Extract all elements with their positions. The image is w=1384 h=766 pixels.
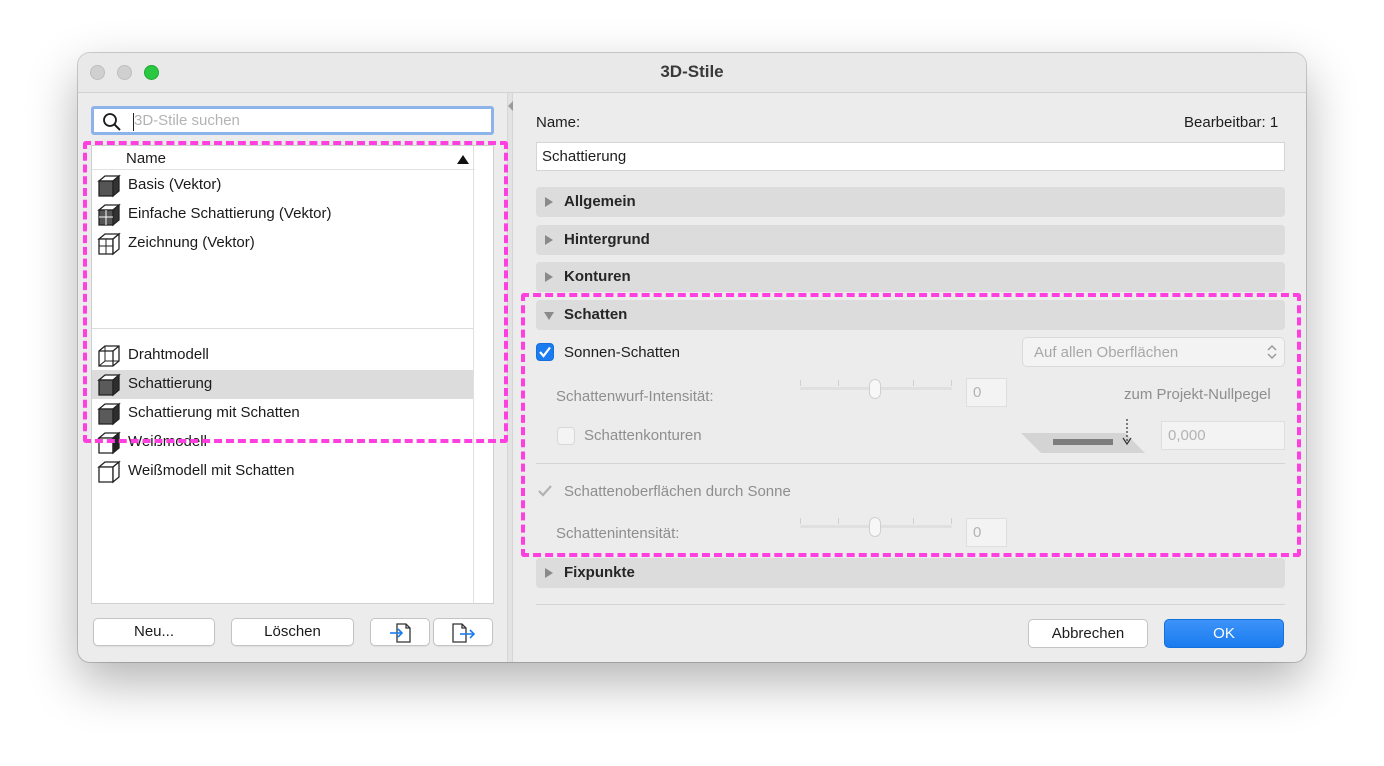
wurf-intensitaet-label: Schattenwurf-Intensität: bbox=[556, 388, 714, 405]
disclosure-triangle-icon[interactable] bbox=[545, 197, 553, 207]
white-cube-icon bbox=[97, 431, 121, 455]
slider-thumb[interactable] bbox=[869, 379, 881, 399]
section-fixpunkte[interactable]: Fixpunkte bbox=[536, 558, 1285, 588]
disclosure-triangle-icon[interactable] bbox=[545, 568, 553, 578]
list-item[interactable]: Drahtmodell bbox=[92, 341, 473, 370]
slider-tick bbox=[951, 518, 952, 524]
list-scrollbar[interactable] bbox=[473, 146, 474, 603]
list-item[interactable]: Schattierung mit Schatten bbox=[92, 399, 473, 428]
list-item[interactable]: Einfache Schattierung (Vektor) bbox=[92, 200, 473, 229]
list-item-label: Basis (Vektor) bbox=[128, 176, 222, 193]
dialog-window: 3D-Stile Name Basis (Vektor) bbox=[78, 53, 1306, 662]
name-label: Name: bbox=[536, 114, 581, 131]
projekt-nullpegel-label: zum Projekt-Nullpegel bbox=[1124, 386, 1271, 403]
vector-cube-icon bbox=[97, 232, 121, 256]
section-divider bbox=[536, 463, 1285, 464]
cancel-button[interactable]: Abbrechen bbox=[1028, 619, 1148, 648]
section-konturen[interactable]: Konturen bbox=[536, 262, 1285, 292]
search-input[interactable] bbox=[134, 109, 484, 132]
list-item[interactable]: Basis (Vektor) bbox=[92, 171, 473, 200]
import-icon bbox=[390, 623, 411, 643]
shaded-cube-icon bbox=[97, 373, 121, 397]
window-title: 3D-Stile bbox=[660, 62, 724, 81]
list-item-label: Zeichnung (Vektor) bbox=[128, 234, 255, 251]
list-item-label: Weißmodell bbox=[128, 433, 207, 450]
search-icon bbox=[103, 113, 121, 131]
oberflaechen-checkbox[interactable] bbox=[536, 482, 554, 500]
list-header[interactable]: Name bbox=[92, 146, 475, 170]
oberflaechen-label: Schattenoberflächen durch Sonne bbox=[564, 483, 791, 500]
sort-ascending-icon[interactable] bbox=[457, 155, 469, 164]
checkmark-icon bbox=[538, 485, 552, 497]
slider-tick bbox=[800, 518, 801, 524]
slider-tick bbox=[800, 380, 801, 386]
nullpegel-field[interactable]: 0,000 bbox=[1161, 421, 1285, 450]
section-label: Konturen bbox=[564, 268, 631, 285]
disclosure-triangle-open-icon[interactable] bbox=[544, 312, 554, 320]
list-item-label: Einfache Schattierung (Vektor) bbox=[128, 205, 332, 222]
search-box[interactable] bbox=[91, 106, 494, 135]
disclosure-triangle-icon[interactable] bbox=[545, 235, 553, 245]
list-item[interactable]: Zeichnung (Vektor) bbox=[92, 229, 473, 258]
section-label: Allgemein bbox=[564, 193, 636, 210]
surfaces-select[interactable]: Auf allen Oberflächen bbox=[1022, 337, 1285, 367]
disclosure-triangle-icon[interactable] bbox=[545, 272, 553, 282]
sonnen-schatten-checkbox[interactable] bbox=[536, 343, 554, 361]
slider-tick bbox=[913, 518, 914, 524]
ground-level-diagram-icon bbox=[1021, 419, 1145, 453]
sonnen-schatten-label: Sonnen-Schatten bbox=[564, 344, 680, 361]
section-hintergrund[interactable]: Hintergrund bbox=[536, 225, 1285, 255]
ok-button[interactable]: OK bbox=[1164, 619, 1284, 648]
shaded-cube-icon bbox=[97, 402, 121, 426]
slider-tick bbox=[838, 518, 839, 524]
list-item-label: Schattierung mit Schatten bbox=[128, 404, 300, 421]
export-icon bbox=[452, 623, 476, 643]
white-cube-icon bbox=[97, 460, 121, 484]
import-button[interactable] bbox=[370, 618, 430, 646]
intensitaet-label: Schattenintensität: bbox=[556, 525, 680, 542]
schattenkonturen-label: Schattenkonturen bbox=[584, 427, 702, 444]
editable-count: Bearbeitbar: 1 bbox=[1184, 114, 1279, 131]
delete-button[interactable]: Löschen bbox=[231, 618, 354, 646]
vector-cube-icon bbox=[97, 203, 121, 227]
slider-tick bbox=[951, 380, 952, 386]
section-schatten[interactable]: Schatten bbox=[536, 300, 1285, 330]
section-allgemein[interactable]: Allgemein bbox=[536, 187, 1285, 217]
title-bar: 3D-Stile bbox=[78, 53, 1306, 93]
wireframe-cube-icon bbox=[98, 345, 120, 367]
new-button[interactable]: Neu... bbox=[93, 618, 215, 646]
list-item-label: Weißmodell mit Schatten bbox=[128, 462, 295, 479]
list-item[interactable]: Weißmodell mit Schatten bbox=[92, 457, 473, 486]
section-label: Hintergrund bbox=[564, 231, 650, 248]
export-button[interactable] bbox=[433, 618, 493, 646]
slider-thumb[interactable] bbox=[869, 517, 881, 537]
list-separator bbox=[92, 328, 473, 329]
slider-tick bbox=[913, 380, 914, 386]
pane-splitter[interactable] bbox=[507, 93, 513, 662]
list-item[interactable]: Weißmodell bbox=[92, 428, 473, 457]
section-label: Fixpunkte bbox=[564, 564, 635, 581]
footer-divider bbox=[536, 604, 1285, 605]
intensitaet-slider[interactable] bbox=[800, 517, 952, 537]
styles-list[interactable]: Name Basis (Vektor) Einfache Schattierun… bbox=[91, 145, 494, 604]
intensitaet-field[interactable]: 0 bbox=[966, 518, 1007, 547]
list-item-label: Schattierung bbox=[128, 375, 213, 392]
name-field[interactable]: Schattierung bbox=[536, 142, 1285, 171]
schattenkonturen-checkbox[interactable] bbox=[557, 427, 575, 445]
chevron-updown-icon bbox=[1267, 344, 1277, 360]
slider-tick bbox=[838, 380, 839, 386]
list-item-label: Drahtmodell bbox=[128, 346, 209, 363]
surfaces-select-value: Auf allen Oberflächen bbox=[1034, 344, 1179, 361]
vector-cube-icon bbox=[97, 174, 121, 198]
list-item-selected[interactable]: Schattierung bbox=[92, 370, 473, 399]
checkmark-icon bbox=[539, 346, 551, 358]
wurf-intensitaet-slider[interactable] bbox=[800, 379, 952, 399]
section-label: Schatten bbox=[564, 306, 628, 323]
column-header-name[interactable]: Name bbox=[126, 150, 166, 167]
collapse-arrow-icon[interactable] bbox=[508, 101, 513, 111]
wurf-intensitaet-field[interactable]: 0 bbox=[966, 378, 1007, 407]
